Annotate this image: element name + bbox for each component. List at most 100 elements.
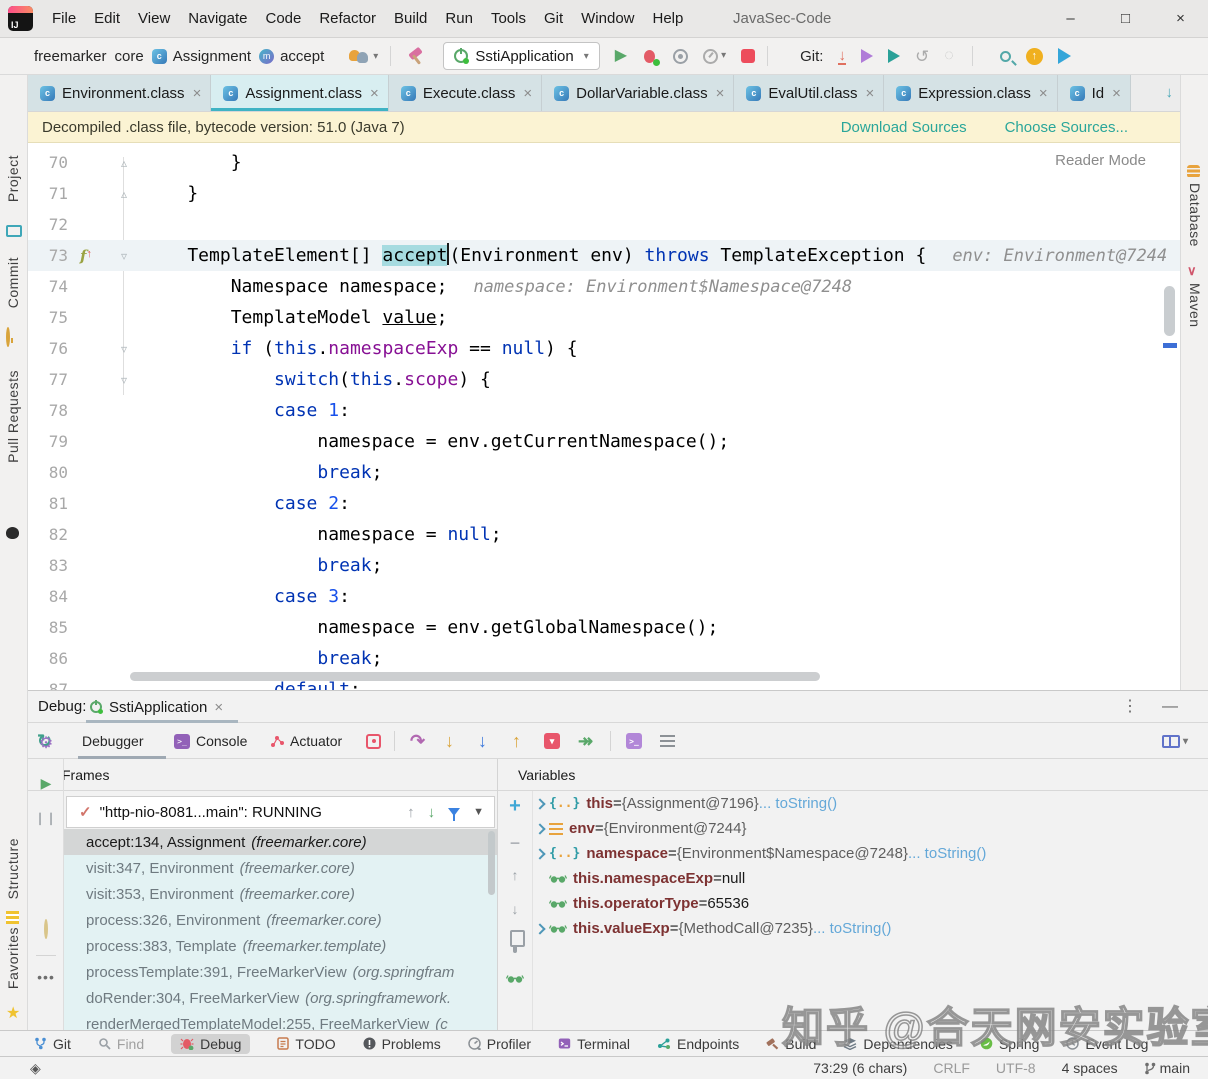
line-number[interactable]: 76	[28, 339, 68, 358]
close-icon[interactable]: ×	[1039, 85, 1048, 102]
menu-git[interactable]: Git	[535, 0, 572, 38]
step-out-icon[interactable]: ↑	[512, 723, 521, 759]
code-text[interactable]: namespace = env.getGlobalNamespace();	[144, 612, 718, 643]
close-icon[interactable]: ×	[716, 85, 725, 102]
code-text[interactable]: namespace = null;	[144, 519, 502, 550]
code-line-74[interactable]: 74 Namespace namespace;namespace: Enviro…	[28, 271, 1180, 302]
tab-Id[interactable]: cId×	[1058, 75, 1131, 111]
layout-settings-icon[interactable]: ▾	[1162, 723, 1188, 759]
thread-selector[interactable]: ✓ "http-nio-8081...main": RUNNING ↑ ↓ ▼	[66, 796, 495, 828]
toolwindow-button-terminal[interactable]: Terminal	[558, 1036, 630, 1052]
choose-sources-link[interactable]: Choose Sources...	[1005, 119, 1128, 136]
variable-row[interactable]: {..}this = {Assignment@7196} ... toStrin…	[533, 791, 1203, 816]
tab-debugger[interactable]: Debugger	[82, 723, 144, 759]
toolwindow-button-endpoints[interactable]: Endpoints	[657, 1036, 739, 1052]
chevron-down-icon[interactable]: ▾	[373, 51, 378, 62]
code-line-77[interactable]: 77▿ switch(this.scope) {	[28, 364, 1180, 395]
line-number[interactable]: 79	[28, 432, 68, 451]
sidebar-item-project[interactable]: Project	[5, 155, 21, 202]
line-number[interactable]: 75	[28, 308, 68, 327]
tostring-link[interactable]: ... toString()	[759, 795, 837, 812]
code-line-81[interactable]: 81 case 2:	[28, 488, 1180, 519]
pause-icon[interactable]: ❘❘	[28, 811, 64, 825]
step-into-icon[interactable]: ↓	[445, 723, 454, 759]
line-number[interactable]: 78	[28, 401, 68, 420]
frames-scrollbar[interactable]	[488, 831, 495, 895]
hidden-tabs-icon[interactable]: ↓	[1164, 84, 1176, 101]
hide-panel-icon[interactable]: —	[1162, 691, 1178, 723]
code-line-71[interactable]: 71▵ }	[28, 178, 1180, 209]
build-hammer-icon[interactable]	[407, 47, 425, 65]
rollback-icon[interactable]: ◌	[944, 48, 954, 64]
close-icon[interactable]: ×	[866, 85, 875, 102]
remove-watch-icon[interactable]: −	[497, 833, 533, 854]
code-text[interactable]: break;	[144, 550, 382, 581]
breadcrumb-item-core[interactable]: core	[115, 48, 144, 65]
file-encoding[interactable]: UTF-8	[996, 1060, 1036, 1076]
more-options-icon[interactable]: ⋮	[1122, 691, 1138, 723]
evaluate-expression-icon[interactable]: >_	[626, 723, 642, 759]
update-notification-icon[interactable]: ↑	[1026, 48, 1043, 65]
code-line-78[interactable]: 78 case 1:	[28, 395, 1180, 426]
layers-icon[interactable]: ◈	[30, 1060, 41, 1077]
stack-frame[interactable]: process:383, Template(freemarker.templat…	[64, 933, 497, 959]
toolwindow-button-todo[interactable]: TODO	[277, 1036, 335, 1052]
chevron-down-icon[interactable]: ▼	[473, 806, 484, 818]
code-line-85[interactable]: 85 namespace = env.getGlobalNamespace();	[28, 612, 1180, 643]
sidebar-item-pull-requests[interactable]: Pull Requests	[5, 370, 21, 463]
close-icon[interactable]: ×	[1112, 85, 1121, 102]
horizontal-scrollbar[interactable]	[130, 672, 820, 681]
close-button[interactable]: ×	[1153, 0, 1208, 38]
menu-help[interactable]: Help	[644, 0, 693, 38]
breadcrumb-item-freemarker[interactable]: freemarker	[34, 48, 107, 65]
line-number[interactable]: 77	[28, 370, 68, 389]
force-step-into-icon[interactable]: ↓	[478, 723, 487, 759]
code-text[interactable]: break;	[144, 643, 382, 674]
code-text[interactable]: case 3:	[144, 581, 350, 612]
code-text[interactable]: case 2:	[144, 488, 350, 519]
profiler-button[interactable]	[703, 49, 718, 64]
menu-refactor[interactable]: Refactor	[310, 0, 385, 38]
line-number[interactable]: 84	[28, 587, 68, 606]
code-line-75[interactable]: 75 TemplateModel value;	[28, 302, 1180, 333]
toolwindow-button-profiler[interactable]: Profiler	[468, 1036, 531, 1052]
stack-frame[interactable]: processTemplate:391, FreeMarkerView(org.…	[64, 959, 497, 985]
step-over-icon[interactable]: ↷	[410, 723, 425, 759]
code-editor[interactable]: 70▵ }71▵ }7273f↑▿ TemplateElement[] acce…	[28, 143, 1180, 690]
up-arrow-icon[interactable]: ↑	[407, 804, 415, 821]
vertical-scrollbar[interactable]	[1164, 286, 1175, 336]
tab-DollarVariable.class[interactable]: cDollarVariable.class×	[542, 75, 734, 111]
more-icon[interactable]: •••	[28, 969, 64, 985]
stack-frame[interactable]: renderMergedTemplateModel:255, FreeMarke…	[64, 1011, 497, 1031]
line-number[interactable]: 85	[28, 618, 68, 637]
star-icon[interactable]: ★	[6, 1003, 20, 1023]
menu-view[interactable]: View	[129, 0, 179, 38]
code-line-76[interactable]: 76▿ if (this.namespaceExp == null) {	[28, 333, 1180, 364]
code-text[interactable]: break;	[144, 457, 382, 488]
close-icon[interactable]: ×	[193, 85, 202, 102]
sidebar-item-maven[interactable]: Maven	[1187, 283, 1203, 328]
code-text[interactable]: switch(this.scope) {	[144, 364, 491, 395]
tab-Expression.class[interactable]: cExpression.class×	[884, 75, 1057, 111]
code-text[interactable]: }	[144, 178, 198, 209]
variable-row[interactable]: env = {Environment@7244}	[533, 816, 1203, 841]
pull-request-icon[interactable]	[6, 527, 19, 539]
indent-setting[interactable]: 4 spaces	[1062, 1060, 1118, 1076]
sidebar-item-database[interactable]: Database	[1187, 183, 1203, 247]
code-line-84[interactable]: 84 case 3:	[28, 581, 1180, 612]
down-arrow-icon[interactable]: ↓	[497, 901, 533, 917]
expand-chevron-icon[interactable]	[533, 822, 549, 836]
stack-frame[interactable]: process:326, Environment(freemarker.core…	[64, 907, 497, 933]
mute-breakpoints-icon[interactable]	[28, 921, 64, 937]
close-icon[interactable]: ×	[370, 85, 379, 102]
sidebar-item-structure[interactable]: Structure	[5, 838, 21, 899]
users-icon[interactable]	[348, 48, 370, 64]
code-line-73[interactable]: 73f↑▿ TemplateElement[] accept(Environme…	[28, 240, 1180, 271]
filter-icon[interactable]	[448, 808, 460, 816]
search-icon[interactable]	[1000, 51, 1011, 62]
code-line-86[interactable]: 86 break;	[28, 643, 1180, 674]
git-push-icon[interactable]	[861, 49, 873, 63]
code-text[interactable]: namespace = env.getCurrentNamespace();	[144, 426, 729, 457]
fold-marker[interactable]: ▿	[104, 249, 144, 263]
maximize-button[interactable]: □	[1098, 0, 1153, 38]
